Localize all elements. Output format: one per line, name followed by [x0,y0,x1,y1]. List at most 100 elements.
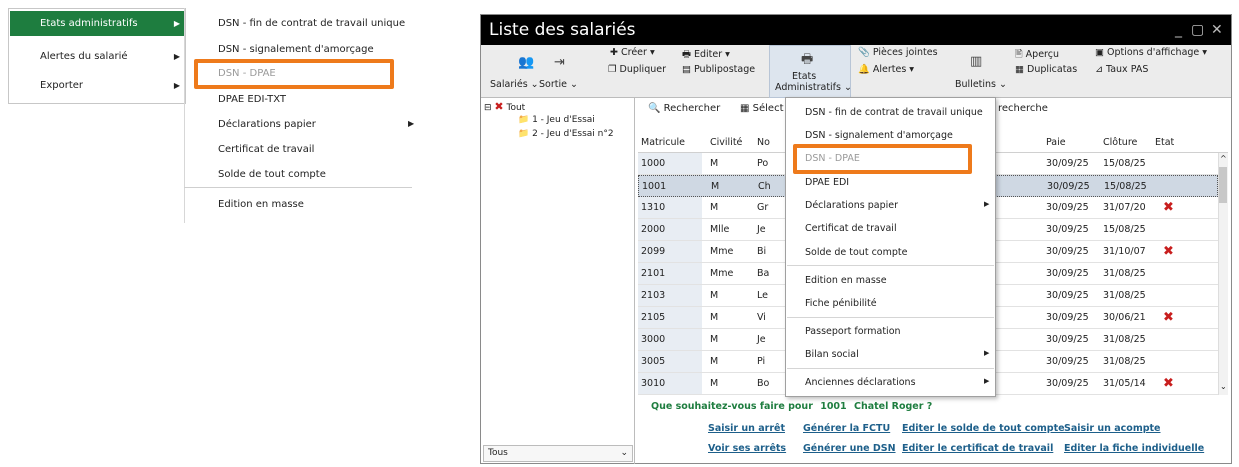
duplicatas-button[interactable]: ▦ Duplicatas [1015,64,1077,75]
menu-item-alertes[interactable]: Alertes du salarié ▶ [10,44,184,69]
recherche-button[interactable]: recherche [998,103,1048,114]
submenu-item-declarations-papier[interactable]: Déclarations papier [218,118,316,132]
cell-matricule: 2000 [641,224,666,235]
menu-item-etats-administratifs[interactable]: Etats administratifs ▶ [10,11,184,36]
saisir-arret-link[interactable]: Saisir un arrêt [708,423,785,434]
salaries-button[interactable]: Salariés ⌄ [490,79,539,90]
cell-matricule: 1310 [641,202,666,213]
scroll-down-icon[interactable]: ⌄ [1220,382,1227,391]
tree-node[interactable]: 📁 2 - Jeu d'Essai n°2 [518,129,614,139]
dropdown-item-dsn-dpae[interactable]: DSN - DPAE [805,152,860,166]
editer-fiche-individuelle-link[interactable]: Editer la fiche individuelle [1064,443,1204,454]
chevron-right-icon: ▶ [408,119,415,128]
menu-divider [184,187,412,188]
cell-nom: Po [757,158,769,169]
dropdown-item-fiche-penibilite[interactable]: Fiche pénibilité [805,297,877,311]
submenu-item-dsn-dpae[interactable]: DSN - DPAE [218,67,276,81]
selection-button[interactable]: ▦ Sélect [740,103,784,114]
scroll-thumb[interactable] [1219,167,1227,203]
cell-paie: 30/09/25 [1046,334,1089,345]
chevron-down-icon: ⌄ [620,448,628,458]
cell-civilite: M [710,290,719,301]
cell-nom: Le [757,290,768,301]
editer-solde-link[interactable]: Editer le solde de tout compte [902,423,1065,434]
header-paie[interactable]: Paie [1046,137,1066,148]
document-icon: ▥ [970,54,983,69]
cell-cloture: 31/08/25 [1103,356,1146,367]
dropdown-item-edition-masse[interactable]: Edition en masse [805,274,887,288]
taux-pas-button[interactable]: ⊿ Taux PAS [1095,64,1148,75]
pieces-jointes-button[interactable]: 📎 Pièces jointes [858,47,938,58]
cell-civilite: M [710,378,719,389]
header-matricule[interactable]: Matricule [641,137,685,148]
users-icon: 👥 [518,55,535,70]
dupliquer-button[interactable]: ❐ Dupliquer [608,64,666,75]
cell-paie: 30/09/25 [1046,224,1089,235]
restore-button[interactable]: ▢ [1191,15,1204,45]
dropdown-item-solde-tout-compte[interactable]: Solde de tout compte [805,246,907,260]
rechercher-button[interactable]: 🔍 Rechercher [648,103,720,114]
submenu-item-dpae-edi-txt[interactable]: DPAE EDI-TXT [218,93,286,107]
dropdown-item-passeport-formation[interactable]: Passeport formation [805,325,901,339]
action-question: Que souhaitez-vous faire pour 1001 Chate… [651,401,933,412]
apercu-button[interactable]: 🖹 Aperçu [1015,47,1059,63]
header-civilite[interactable]: Civilité [710,137,742,148]
dropdown-item-bilan-social[interactable]: Bilan social [805,348,859,362]
editer-certificat-link[interactable]: Editer le certificat de travail [902,443,1053,454]
cell-paie: 30/09/25 [1046,158,1089,169]
dropdown-item-declarations-papier[interactable]: Déclarations papier [805,199,898,213]
cell-paie: 30/09/25 [1046,312,1089,323]
minimize-button[interactable]: _ [1175,15,1182,45]
window-title: Liste des salariés [489,20,636,40]
editer-button[interactable]: 🖶 Editer ▾ [682,47,730,63]
submenu-item-dsn-amorcage[interactable]: DSN - signalement d'amorçage [218,43,374,57]
menu-item-exporter[interactable]: Exporter ▶ [10,73,184,98]
cell-paie: 30/09/25 [1046,202,1089,213]
tree-panel [481,98,635,464]
filter-value: Tous [488,448,508,458]
submenu-item-dsn-fctu[interactable]: DSN - fin de contrat de travail unique [218,17,405,31]
cell-cloture: 31/07/20 [1103,202,1146,213]
header-cloture[interactable]: Clôture [1103,137,1137,148]
dropdown-item-dpae-edi[interactable]: DPAE EDI [805,176,849,190]
saisir-acompte-link[interactable]: Saisir un acompte [1064,423,1161,434]
submenu-item-certificat-travail[interactable]: Certificat de travail [218,143,314,157]
header-nom[interactable]: No [757,137,770,148]
cell-nom: Pi [757,356,766,367]
etats-button-label: Administratifs ⌄ [775,82,852,93]
generer-fctu-link[interactable]: Générer la FCTU [803,423,890,434]
generer-dsn-link[interactable]: Générer une DSN [803,443,896,454]
cell-matricule: 2103 [641,290,666,301]
cell-civilite: Mme [710,268,734,279]
window-titlebar: Liste des salariés _ ▢ ✕ [481,15,1231,45]
scroll-up-icon[interactable]: ^ [1220,154,1227,163]
header-etat[interactable]: Etat [1155,137,1174,148]
tree-root[interactable]: ⊟ ✖ Tout [484,100,525,113]
dropdown-item-anciennes-declarations[interactable]: Anciennes déclarations [805,376,916,390]
publipostage-button[interactable]: ▤ Publipostage [682,64,755,75]
sortie-button[interactable]: Sortie ⌄ [539,79,578,90]
cell-cloture: 31/05/14 [1103,378,1146,389]
cell-matricule: 2105 [641,312,666,323]
cell-matricule: 1000 [641,158,666,169]
dropdown-item-dsn-fctu[interactable]: DSN - fin de contrat de travail unique [805,106,983,120]
cell-civilite: M [711,181,720,192]
printer-icon: 🖶 [801,52,814,67]
dropdown-item-certificat-travail[interactable]: Certificat de travail [805,222,897,236]
menu-divider [787,317,994,318]
close-button[interactable]: ✕ [1211,15,1223,45]
dropdown-item-dsn-amorcage[interactable]: DSN - signalement d'amorçage [805,129,953,143]
bulletins-button[interactable]: Bulletins ⌄ [955,79,1007,90]
cell-cloture: 31/08/25 [1103,268,1146,279]
cell-matricule: 3005 [641,356,666,367]
options-affichage-button[interactable]: ▣ Options d'affichage ▾ [1095,47,1207,58]
tree-node[interactable]: 📁 1 - Jeu d'Essai [518,115,595,125]
creer-button[interactable]: ✚ Créer ▾ [610,47,655,58]
voir-arrets-link[interactable]: Voir ses arrêts [708,443,786,454]
filter-select[interactable]: Tous ⌄ [483,445,633,462]
etats-button[interactable]: Etats [792,71,816,82]
chevron-right-icon: ▶ [984,200,990,208]
submenu-item-edition-masse[interactable]: Edition en masse [218,198,304,212]
alertes-button[interactable]: 🔔 Alertes ▾ [858,64,914,75]
submenu-item-solde-tout-compte[interactable]: Solde de tout compte [218,168,326,182]
